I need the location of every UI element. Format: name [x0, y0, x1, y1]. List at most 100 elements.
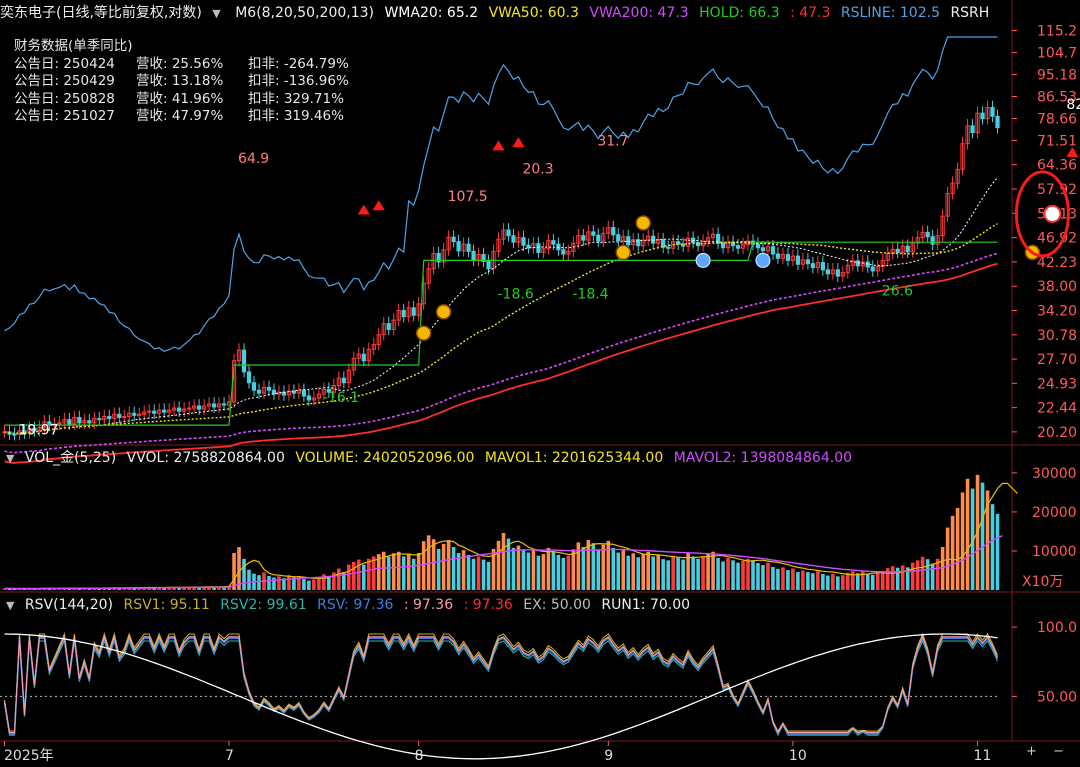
volume-bar: [337, 568, 341, 590]
vwa200-series: [4, 252, 998, 454]
volume-bar: [247, 569, 251, 590]
volume-bar: [242, 558, 246, 590]
collapse-icon[interactable]: ▼: [6, 452, 14, 465]
vwa50-series: [4, 223, 998, 435]
volume-bar: [995, 513, 1000, 590]
volume-bar: [461, 550, 466, 590]
candle-body: [970, 125, 975, 134]
volume-bar: [351, 561, 356, 590]
candle-body: [246, 371, 252, 384]
volume-bar: [960, 492, 965, 590]
fin-net: 扣非: -264.79%: [248, 55, 349, 72]
volume-bar: [496, 540, 501, 590]
volume-bar: [471, 558, 476, 590]
volume-bar: [691, 556, 695, 590]
candle-body: [990, 107, 995, 117]
y-tick-label: 100.0: [1037, 620, 1077, 636]
add-signal-icon: [1043, 204, 1062, 223]
candle-body: [221, 403, 227, 406]
run1-label: RUN1: 70.00: [601, 597, 691, 613]
collapse-icon[interactable]: ▼: [212, 7, 220, 20]
volume-bar: [436, 549, 441, 590]
volume-bar: [516, 545, 521, 590]
candle-body: [341, 377, 346, 384]
buy-signal-icon: [615, 244, 632, 261]
chart-title[interactable]: 奕东电子(日线,等比前复权,对数): [0, 5, 202, 21]
event-dot-icon: [755, 252, 771, 268]
candle-body: [980, 112, 985, 120]
volume-bar: [501, 533, 506, 590]
y-tick-label: 46.92: [1037, 231, 1077, 247]
price-annotation: 20.3: [522, 161, 553, 177]
volume-bar: [451, 547, 456, 590]
rsv1-label: RSV1: 95.11: [123, 597, 210, 613]
candle-body: [466, 243, 471, 252]
candle-body: [511, 235, 516, 243]
candle-body: [97, 418, 102, 421]
volume-bar: [711, 551, 715, 590]
candle-body: [825, 269, 830, 275]
volume-bar: [481, 559, 486, 590]
volume-bar: [801, 570, 805, 590]
rsv-title[interactable]: RSV(144,20): [25, 597, 113, 613]
x-tick-label: 7: [225, 748, 234, 764]
candle-body: [616, 234, 621, 242]
candle-body: [361, 353, 366, 362]
fin-net: 扣非: -136.96%: [248, 73, 349, 89]
volume-bar: [706, 553, 710, 590]
wma20-series: [4, 177, 998, 435]
candle-body: [810, 263, 815, 269]
vol-title[interactable]: VOL_金(5,25): [25, 450, 116, 466]
candle-body: [770, 246, 776, 255]
candle-body: [162, 409, 167, 413]
volume-unit-label: X10万: [1022, 574, 1063, 590]
volume-bar: [721, 561, 725, 590]
y-tick-label: 27.70: [1037, 352, 1077, 368]
volume-bar: [347, 564, 351, 590]
volume-bar: [287, 575, 291, 590]
volume-bar: [741, 560, 745, 590]
volume-bar: [796, 572, 800, 590]
sell-signal-icon: [372, 200, 385, 211]
y-tick-label: 115.2: [1037, 24, 1077, 40]
collapse-icon[interactable]: ▼: [6, 599, 14, 612]
candle-body: [536, 243, 541, 253]
y-tick-label: 57.92: [1037, 182, 1077, 198]
financials-panel: 财务数据(单季同比) 公告日: 250424 营收: 25.56% 扣非: -264…: [14, 38, 368, 126]
rsv-v2-label: : 97.36: [463, 597, 513, 613]
m6-label: M6(8,20,50,200,13): [235, 5, 374, 21]
y-tick-label: 104.7: [1037, 46, 1077, 62]
candle-body: [561, 249, 566, 255]
mavol1-label: MAVOL1: 2201625344.00: [484, 450, 664, 466]
zoom-out-button[interactable]: −: [1053, 744, 1064, 759]
zoom-in-button[interactable]: +: [1026, 744, 1037, 759]
volume-label: VOLUME: 2402052096.00: [295, 450, 475, 466]
volume-bar: [441, 543, 446, 590]
y-tick-label: 30.78: [1037, 328, 1077, 344]
sell-signal-icon: [492, 140, 505, 151]
candle-body: [386, 323, 391, 330]
candle-body: [196, 405, 202, 410]
y-tick-label: 95.18: [1037, 68, 1077, 84]
hold2-label: : 47.3: [790, 5, 831, 21]
volume-bar: [661, 559, 665, 590]
volume-bar: [831, 573, 835, 590]
candle-body: [266, 386, 272, 391]
volume-bar: [846, 572, 850, 590]
volume-bar: [676, 557, 680, 590]
candle-body: [506, 229, 511, 237]
y-tick-label: 10000: [1032, 544, 1077, 560]
buy-signal-icon: [635, 215, 651, 231]
fin-rev: 营收: 41.96%: [136, 90, 224, 107]
volume-bar: [771, 566, 775, 590]
volume-bar: [521, 550, 526, 590]
financials-row: 公告日: 250828 营收: 41.96% 扣非: 329.71%: [14, 91, 368, 109]
candle-body: [132, 412, 137, 416]
volume-bar: [646, 551, 651, 590]
mavol2-label: MAVOL2: 1398084864.00: [673, 450, 853, 466]
candle-body: [666, 246, 671, 249]
volume-bar: [726, 557, 730, 590]
volume-bar: [551, 550, 556, 590]
price-annotation: 64.9: [238, 151, 269, 167]
vwa50-label: VWA50: 60.3: [488, 5, 579, 21]
